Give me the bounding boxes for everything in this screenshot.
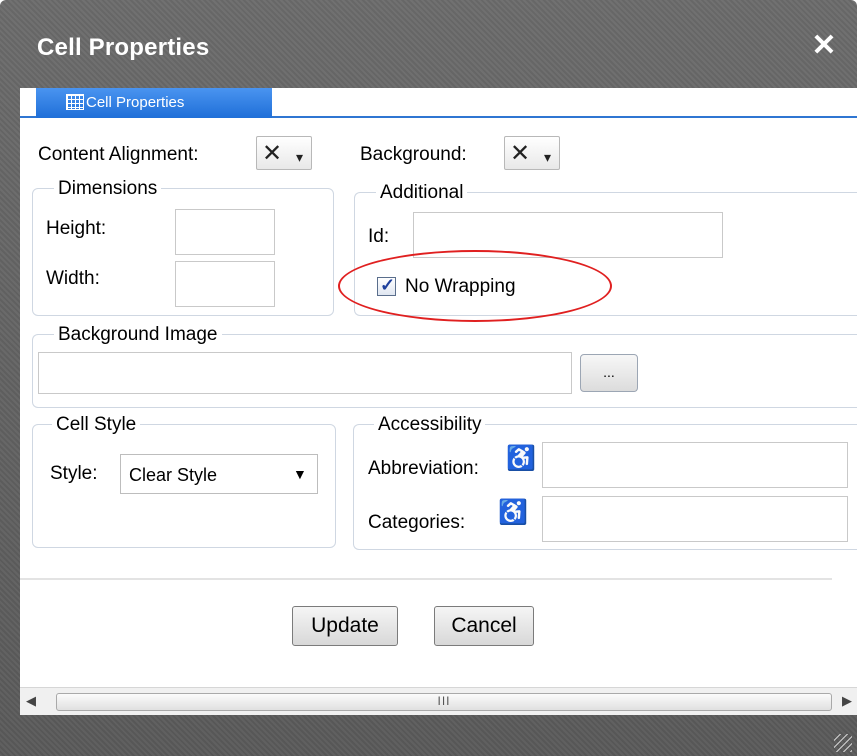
background-dropdown[interactable]: ✕ ▾ [504,136,560,170]
scroll-left-icon[interactable]: ◀ [26,693,36,709]
background-image-legend: Background Image [54,324,222,346]
scrollbar-thumb[interactable]: III [56,693,832,711]
close-icon[interactable]: ✕ [806,28,842,64]
width-input[interactable] [175,261,275,307]
categories-label: Categories: [368,512,466,533]
height-input[interactable] [175,209,275,255]
chevron-down-icon: ▾ [544,149,552,165]
no-alignment-icon: ✕ [262,140,283,167]
height-label: Height: [46,218,107,239]
update-button[interactable]: Update [292,606,398,646]
style-label: Style: [50,463,98,484]
footer-divider [20,578,832,580]
accessibility-legend: Accessibility [374,414,486,436]
tab-cell-properties[interactable]: Cell Properties [36,88,272,118]
content-alignment-label: Content Alignment: [38,144,199,165]
abbreviation-label: Abbreviation: [368,458,479,479]
style-select[interactable]: Clear Style ▼ [120,454,318,494]
table-grid-icon [66,94,84,110]
width-label: Width: [46,268,100,289]
horizontal-scrollbar[interactable]: ◀ III ▶ [20,687,857,715]
browse-button[interactable]: ... [580,354,638,392]
background-label: Background: [360,144,467,165]
categories-input[interactable] [542,496,848,542]
accessibility-icon: ♿ [506,445,536,472]
style-select-value: Clear Style [129,465,218,485]
highlight-ellipse [338,250,612,322]
dialog-titlebar[interactable]: Cell Properties ✕ [0,0,857,88]
chevron-down-icon: ▾ [296,149,304,165]
scroll-right-icon[interactable]: ▶ [842,693,852,709]
cancel-button[interactable]: Cancel [434,606,534,646]
id-label: Id: [368,226,390,247]
dimensions-legend: Dimensions [54,178,162,200]
cell-style-legend: Cell Style [52,414,141,436]
no-background-icon: ✕ [510,140,531,167]
tab-strip: Cell Properties [20,88,857,118]
cell-properties-dialog: Cell Properties ✕ Cell Properties Conten… [0,0,857,756]
additional-legend: Additional [376,182,468,204]
dialog-content: Cell Properties Content Alignment: ✕ ▾ B… [20,88,857,715]
content-alignment-dropdown[interactable]: ✕ ▾ [256,136,312,170]
background-image-input[interactable] [38,352,572,394]
resize-grip-icon[interactable] [834,734,852,752]
dialog-title: Cell Properties [37,34,210,61]
abbreviation-input[interactable] [542,442,848,488]
accessibility-icon: ♿ [498,499,528,526]
tab-cell-properties-label: Cell Properties [86,94,185,111]
chevron-down-icon: ▼ [293,466,307,482]
